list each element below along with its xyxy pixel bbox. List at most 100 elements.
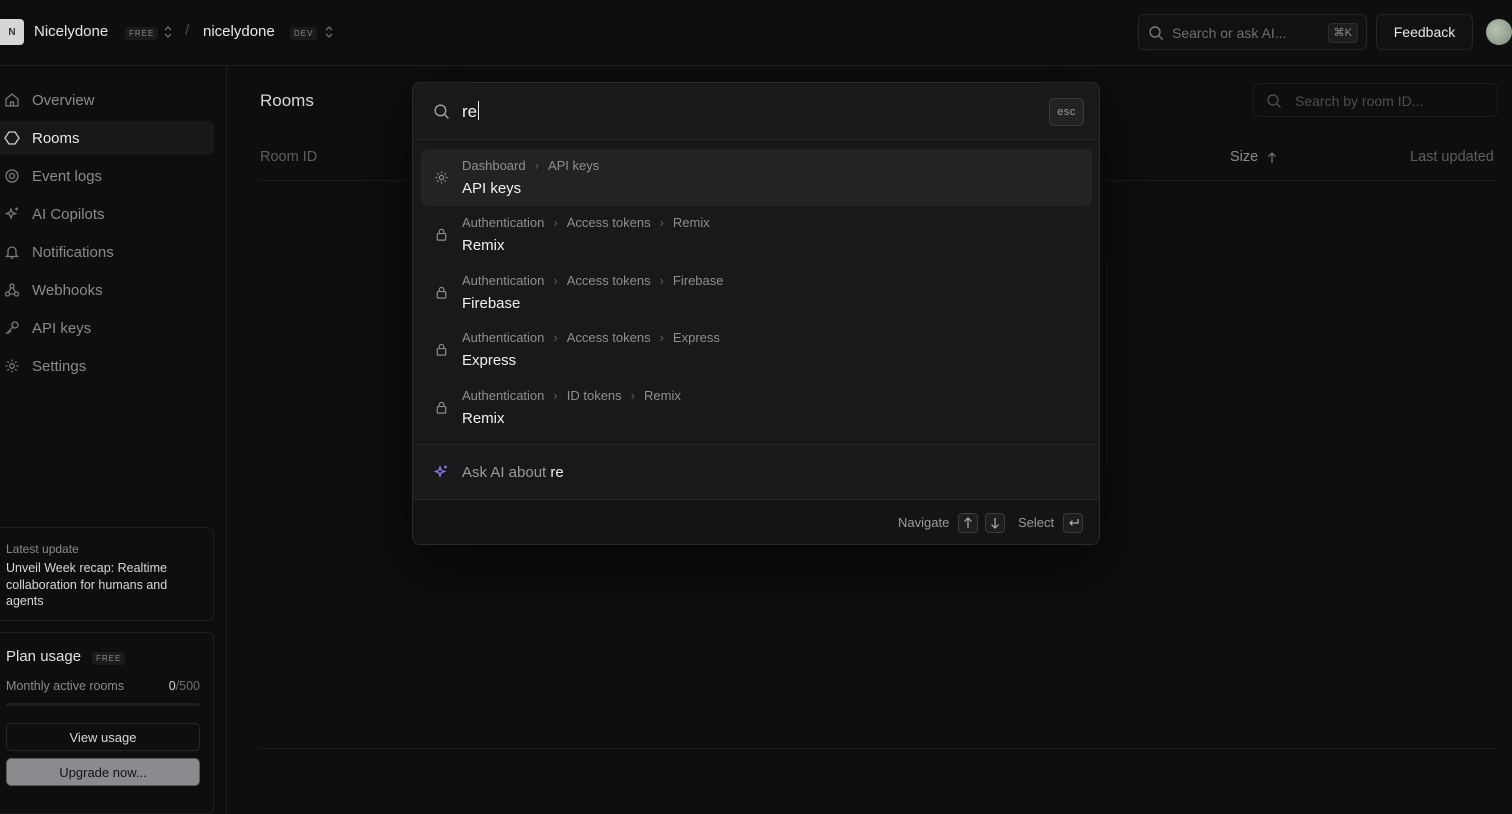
- lock-icon: [434, 342, 449, 357]
- key-icon: [4, 320, 20, 336]
- webhooks-icon: [4, 282, 20, 298]
- user-avatar[interactable]: [1486, 19, 1512, 45]
- search-result[interactable]: Authentication › ID tokens › Remix Remix: [421, 379, 1092, 436]
- search-result[interactable]: Authentication › Access tokens › Express Exp…: [421, 321, 1092, 378]
- project-name[interactable]: nicelydone: [203, 23, 275, 40]
- plan-metric-value: 0/500: [168, 679, 200, 693]
- upgrade-button[interactable]: Upgrade now...: [6, 758, 200, 786]
- sidebar-item-settings[interactable]: Settings: [0, 349, 214, 383]
- room-search-input[interactable]: Search by room ID...: [1253, 83, 1498, 117]
- sidebar-item-label: Webhooks: [32, 281, 103, 299]
- page-title: Rooms: [260, 91, 314, 110]
- org-plan-badge: FREE: [125, 27, 159, 40]
- sidebar-item-event-logs[interactable]: Event logs: [0, 159, 214, 193]
- search-shortcut-key: ⌘K: [1327, 23, 1358, 43]
- command-search-input[interactable]: re esc: [413, 83, 1099, 140]
- plan-badge: FREE: [92, 652, 126, 665]
- column-header-size[interactable]: Size: [1230, 149, 1258, 165]
- home-icon: [4, 92, 20, 108]
- chevron-right-icon: ›: [553, 388, 558, 403]
- sort-ascending-icon[interactable]: [1266, 151, 1278, 165]
- lock-icon: [434, 285, 449, 300]
- search-result[interactable]: Dashboard › API keys API keys: [421, 149, 1092, 206]
- chevron-right-icon: ›: [534, 158, 539, 173]
- select-hint: Select: [1018, 515, 1055, 530]
- text-caret: [478, 101, 480, 120]
- ask-ai-label: Ask AI about re: [462, 464, 564, 481]
- global-search-placeholder: Search or ask AI...: [1172, 25, 1287, 41]
- result-title: Remix: [462, 237, 505, 254]
- org-avatar[interactable]: N: [0, 19, 24, 45]
- result-breadcrumb: Dashboard › API keys: [462, 158, 600, 173]
- sidebar: Overview Rooms Event logs AI Copilots No…: [0, 66, 227, 814]
- chevron-right-icon: ›: [553, 273, 558, 288]
- result-breadcrumb: Authentication › ID tokens › Remix: [462, 388, 681, 403]
- search-icon: [1148, 25, 1164, 41]
- plan-usage-title: Plan usage: [6, 648, 82, 665]
- sidebar-item-label: Settings: [32, 357, 87, 375]
- enter-key-icon: [1063, 513, 1083, 533]
- arrow-down-icon: [985, 513, 1005, 533]
- search-icon: [1266, 93, 1282, 109]
- search-result[interactable]: Authentication › Access tokens › Firebase Fi…: [421, 264, 1092, 321]
- result-breadcrumb: Authentication › Access tokens › Firebase: [462, 273, 724, 288]
- result-breadcrumb: Authentication › Access tokens › Express: [462, 330, 720, 345]
- result-title: Remix: [462, 410, 505, 427]
- project-env-badge: DEV: [290, 27, 318, 40]
- chevron-right-icon: ›: [659, 215, 664, 230]
- sidebar-item-label: Notifications: [32, 243, 114, 261]
- search-icon: [433, 103, 450, 120]
- project-switcher-chevron-icon[interactable]: [324, 25, 334, 39]
- org-name[interactable]: Nicelydone: [34, 23, 108, 40]
- plan-metric-label: Monthly active rooms: [6, 679, 125, 693]
- navigate-hint: Navigate: [898, 515, 950, 530]
- command-palette: re esc Dashboard › API keys API keys Authe…: [412, 82, 1100, 545]
- room-search-placeholder: Search by room ID...: [1295, 93, 1424, 109]
- latest-update-label: Latest update: [6, 542, 79, 556]
- latest-update-card[interactable]: Latest update Unveil Week recap: Realtim…: [0, 527, 214, 621]
- latest-update-title: Unveil Week recap: Realtime collaboratio…: [6, 561, 168, 608]
- palette-footer: Navigate Select: [413, 499, 1099, 544]
- sidebar-item-label: API keys: [32, 319, 92, 337]
- sidebar-item-overview[interactable]: Overview: [0, 83, 214, 117]
- result-breadcrumb: Authentication › Access tokens › Remix: [462, 215, 710, 230]
- sidebar-item-ai-copilots[interactable]: AI Copilots: [0, 197, 214, 231]
- chevron-right-icon: ›: [659, 330, 664, 345]
- sparkles-icon: [4, 206, 20, 222]
- plan-usage-card: Plan usage FREE Monthly active rooms 0/5…: [0, 632, 214, 814]
- gear-icon: [4, 358, 20, 374]
- top-bar: N Nicelydone FREE / nicelydone DEV Searc…: [0, 0, 1512, 66]
- breadcrumb-separator: /: [185, 22, 190, 39]
- search-result[interactable]: Authentication › Access tokens › Remix Remix: [421, 206, 1092, 263]
- chevron-right-icon: ›: [553, 330, 558, 345]
- chevron-right-icon: ›: [553, 215, 558, 230]
- lock-icon: [434, 227, 449, 242]
- plan-usage-progress: [6, 703, 200, 706]
- view-usage-button[interactable]: View usage: [6, 723, 200, 751]
- sparkles-icon: [433, 464, 449, 480]
- feedback-button[interactable]: Feedback: [1376, 14, 1473, 50]
- sidebar-item-label: AI Copilots: [32, 205, 105, 223]
- gear-icon: [434, 170, 449, 185]
- result-title: Firebase: [462, 295, 521, 312]
- sidebar-item-webhooks[interactable]: Webhooks: [0, 273, 214, 307]
- sidebar-item-notifications[interactable]: Notifications: [0, 235, 214, 269]
- ask-ai-option[interactable]: Ask AI about re: [413, 444, 1099, 499]
- chevron-right-icon: ›: [630, 388, 636, 403]
- esc-key-button[interactable]: esc: [1049, 98, 1084, 126]
- command-search-query[interactable]: re: [462, 101, 480, 122]
- sidebar-item-label: Event logs: [32, 167, 103, 185]
- event-logs-icon: [4, 168, 20, 184]
- sidebar-item-label: Rooms: [32, 129, 80, 147]
- sidebar-item-api-keys[interactable]: API keys: [0, 311, 214, 345]
- global-search-input[interactable]: Search or ask AI... ⌘K: [1138, 14, 1367, 50]
- column-header-last-updated[interactable]: Last updated: [1410, 149, 1494, 165]
- table-divider: [260, 748, 1498, 749]
- sidebar-item-rooms[interactable]: Rooms: [0, 121, 214, 155]
- column-header-room-id[interactable]: Room ID: [260, 149, 317, 165]
- rooms-icon: [4, 130, 20, 146]
- org-switcher-chevron-icon[interactable]: [163, 25, 173, 39]
- lock-icon: [434, 400, 449, 415]
- chevron-right-icon: ›: [659, 273, 664, 288]
- result-title: API keys: [462, 180, 522, 197]
